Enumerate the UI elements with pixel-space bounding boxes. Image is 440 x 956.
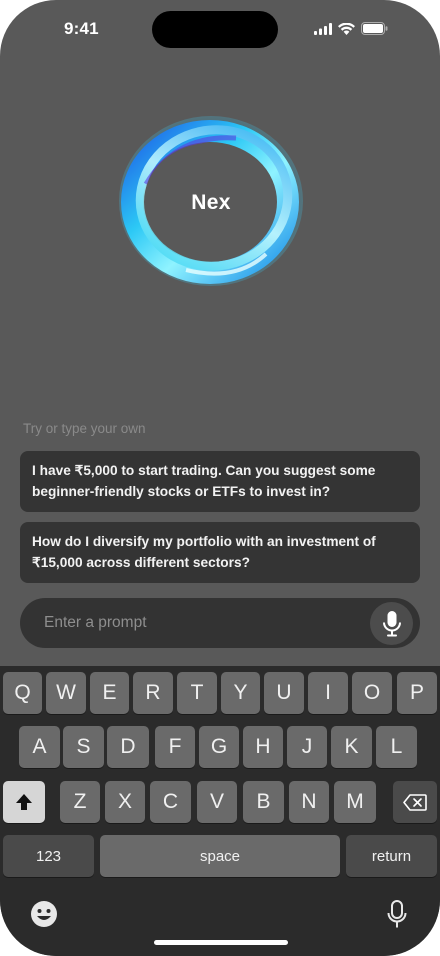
backspace-icon bbox=[403, 793, 427, 811]
key-b[interactable]: B bbox=[243, 781, 284, 823]
key-a[interactable]: A bbox=[19, 726, 60, 768]
space-key[interactable]: space bbox=[100, 835, 340, 877]
key-h[interactable]: H bbox=[243, 726, 283, 768]
emoji-icon bbox=[31, 901, 57, 927]
key-y[interactable]: Y bbox=[221, 672, 260, 714]
suggestion-card[interactable]: I have ₹5,000 to start trading. Can you … bbox=[20, 451, 420, 512]
shift-arrow-icon bbox=[16, 794, 32, 810]
status-icons bbox=[314, 22, 388, 35]
key-d[interactable]: D bbox=[107, 726, 149, 768]
microphone-icon bbox=[387, 900, 407, 928]
prompt-input[interactable] bbox=[44, 610, 364, 636]
key-v[interactable]: V bbox=[197, 781, 237, 823]
backspace-key[interactable] bbox=[393, 781, 437, 823]
key-u[interactable]: U bbox=[264, 672, 304, 714]
key-x[interactable]: X bbox=[105, 781, 145, 823]
key-l[interactable]: L bbox=[376, 726, 417, 768]
key-k[interactable]: K bbox=[331, 726, 372, 768]
key-c[interactable]: C bbox=[150, 781, 191, 823]
key-i[interactable]: I bbox=[308, 672, 348, 714]
wifi-icon bbox=[338, 22, 355, 35]
home-indicator bbox=[154, 940, 288, 945]
prompt-bar bbox=[20, 598, 420, 648]
key-f[interactable]: F bbox=[155, 726, 195, 768]
voice-input-button[interactable] bbox=[370, 602, 413, 645]
emoji-button[interactable] bbox=[30, 900, 58, 933]
key-s[interactable]: S bbox=[63, 726, 104, 768]
key-j[interactable]: J bbox=[287, 726, 327, 768]
shift-key[interactable] bbox=[3, 781, 45, 823]
phone-screen: 9:41 Nex Try or type your own I have ₹5,… bbox=[0, 0, 440, 956]
key-z[interactable]: Z bbox=[60, 781, 100, 823]
return-key[interactable]: return bbox=[346, 835, 437, 877]
signal-icon bbox=[314, 22, 332, 35]
key-e[interactable]: E bbox=[90, 672, 129, 714]
suggestions-hint: Try or type your own bbox=[23, 421, 146, 436]
suggestion-card[interactable]: How do I diversify my portfolio with an … bbox=[20, 522, 420, 583]
status-time: 9:41 bbox=[64, 19, 99, 38]
key-o[interactable]: O bbox=[352, 672, 392, 714]
on-screen-keyboard: Q W E R T Y U I O P A S D F G H J K L Z … bbox=[0, 666, 440, 956]
key-q[interactable]: Q bbox=[3, 672, 42, 714]
key-w[interactable]: W bbox=[46, 672, 86, 714]
key-t[interactable]: T bbox=[177, 672, 217, 714]
microphone-icon bbox=[382, 610, 401, 636]
key-n[interactable]: N bbox=[289, 781, 329, 823]
key-m[interactable]: M bbox=[334, 781, 376, 823]
dynamic-island bbox=[152, 11, 278, 48]
key-p[interactable]: P bbox=[397, 672, 437, 714]
dictation-button[interactable] bbox=[387, 900, 407, 935]
assistant-orb: Nex bbox=[116, 114, 306, 290]
key-g[interactable]: G bbox=[199, 726, 239, 768]
assistant-name: Nex bbox=[191, 191, 231, 214]
numbers-key[interactable]: 123 bbox=[3, 835, 94, 877]
battery-icon bbox=[361, 22, 388, 35]
key-r[interactable]: R bbox=[133, 672, 173, 714]
